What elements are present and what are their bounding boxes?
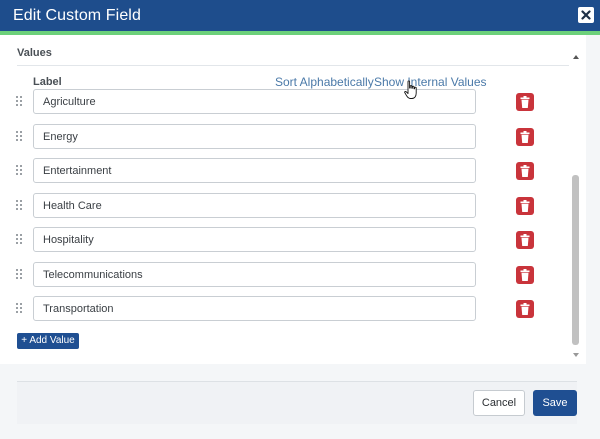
value-row: Telecommunications — [0, 261, 586, 288]
trash-icon — [520, 130, 530, 143]
delete-value-button[interactable] — [516, 162, 534, 180]
trash-icon — [520, 165, 530, 177]
value-row: Entertainment — [0, 158, 586, 184]
trash-icon — [520, 199, 530, 212]
value-label-input[interactable]: Entertainment — [33, 158, 476, 183]
drag-handle-icon[interactable] — [16, 234, 24, 246]
save-button[interactable]: Save — [533, 390, 577, 416]
value-row: Agriculture — [0, 89, 586, 115]
value-row: Hospitality — [0, 227, 586, 253]
delete-value-button[interactable] — [516, 127, 534, 146]
drag-handle-icon[interactable] — [16, 268, 24, 281]
value-label-input[interactable]: Health Care — [33, 192, 476, 218]
delete-value-button[interactable] — [516, 196, 534, 215]
value-label-input[interactable]: Agriculture — [33, 89, 476, 114]
trash-icon — [520, 96, 530, 108]
scroll-down-icon[interactable] — [573, 353, 579, 357]
drag-handle-icon[interactable] — [16, 199, 24, 212]
delete-value-button[interactable] — [516, 265, 534, 284]
show-internal-values-link[interactable]: Show Internal Values — [374, 75, 487, 89]
values-panel: Values Label Sort Alphabetically Show In… — [0, 35, 586, 364]
value-label-input[interactable]: Telecommunications — [33, 261, 476, 287]
scrollbar[interactable] — [569, 50, 583, 360]
delete-value-button[interactable] — [516, 231, 534, 249]
value-label-input[interactable]: Energy — [33, 123, 476, 149]
label-column-header: Label — [33, 76, 62, 88]
drag-handle-icon[interactable] — [16, 130, 24, 143]
delete-value-button[interactable] — [516, 300, 534, 318]
drag-handle-icon[interactable] — [16, 165, 24, 177]
trash-icon — [520, 234, 530, 246]
trash-icon — [520, 268, 530, 281]
dialog-footer: Cancel Save — [17, 381, 577, 424]
scroll-up-icon[interactable] — [573, 55, 579, 59]
trash-icon — [520, 303, 530, 315]
value-label-input[interactable]: Hospitality — [33, 227, 476, 252]
close-icon — [581, 10, 591, 20]
drag-handle-icon[interactable] — [16, 303, 24, 315]
dialog-titlebar: Edit Custom Field — [0, 0, 600, 35]
scrollbar-thumb[interactable] — [572, 175, 579, 345]
section-divider — [17, 65, 569, 66]
value-row: Health Care — [0, 192, 586, 219]
close-button[interactable] — [578, 7, 594, 23]
dialog-title: Edit Custom Field — [13, 7, 141, 24]
add-value-button[interactable]: + Add Value — [17, 333, 79, 349]
value-label-input[interactable]: Transportation — [33, 296, 476, 321]
cancel-button[interactable]: Cancel — [473, 390, 525, 416]
value-row: Transportation — [0, 296, 586, 322]
value-row: Energy — [0, 123, 586, 150]
sort-alphabetically-link[interactable]: Sort Alphabetically — [275, 75, 374, 89]
drag-handle-icon[interactable] — [16, 96, 24, 108]
delete-value-button[interactable] — [516, 93, 534, 111]
values-section-title: Values — [17, 47, 52, 59]
